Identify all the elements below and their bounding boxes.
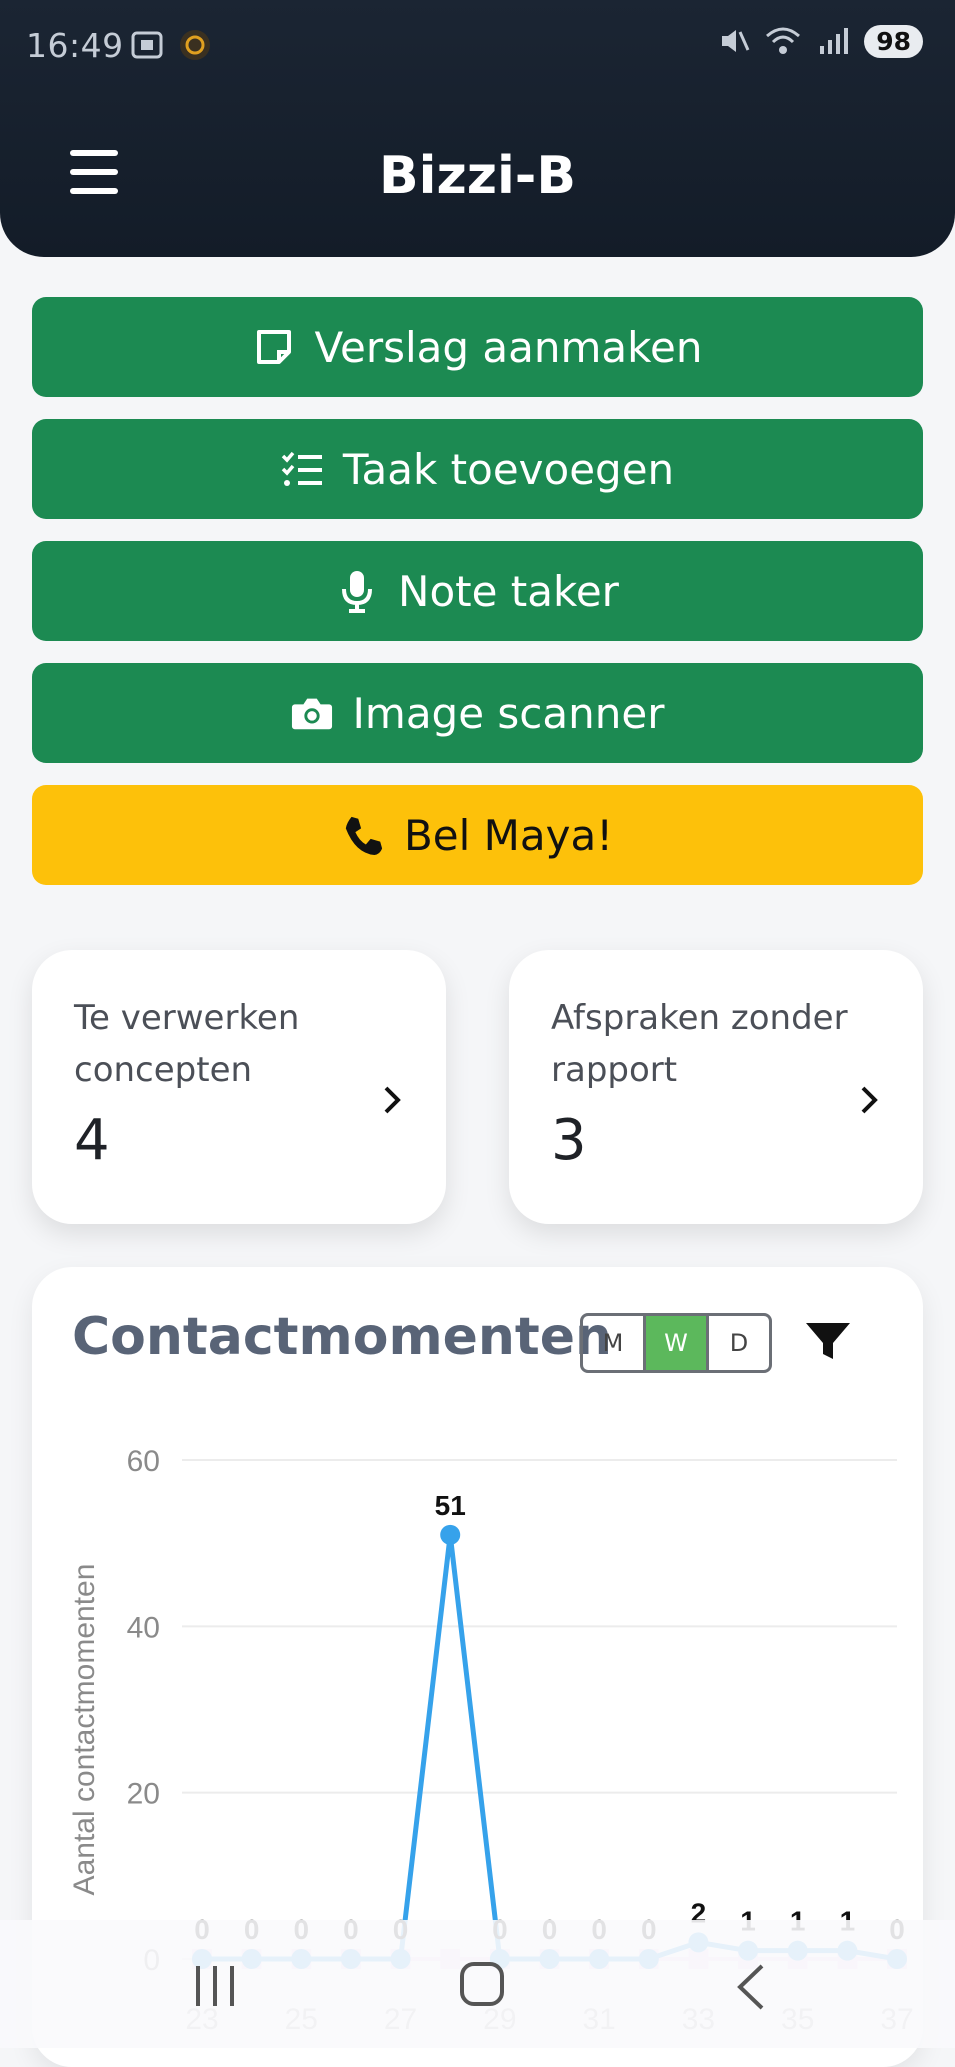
status-time: 16:49 <box>26 26 124 65</box>
mute-icon <box>722 30 750 52</box>
series-point <box>440 1524 461 1545</box>
note-taker-button[interactable]: Note taker <box>32 541 923 641</box>
call-maya-label: Bel Maya! <box>403 810 614 860</box>
screenshot-icon <box>131 31 163 59</box>
create-report-button[interactable]: Verslag aanmaken <box>32 297 923 397</box>
y-axis-label: Aantal contactmomenten <box>68 1564 101 1896</box>
wifi-icon <box>766 27 801 54</box>
appointments-without-report-label: Afspraken zonder rapport <box>551 998 848 1090</box>
y-tick-label: 60 <box>127 1445 160 1478</box>
phone-icon <box>342 814 384 856</box>
pending-concepts-count: 4 <box>74 1108 110 1173</box>
camera-icon <box>291 692 333 734</box>
chevron-right-icon <box>861 1086 878 1114</box>
chevron-right-icon <box>384 1086 401 1114</box>
image-scanner-label: Image scanner <box>352 688 665 738</box>
image-scanner-button[interactable]: Image scanner <box>32 663 923 763</box>
checklist-icon <box>281 448 323 490</box>
app-header: 16:49 98 Bizzi-B <box>0 0 955 257</box>
add-task-label: Taak toevoegen <box>342 444 675 494</box>
pending-concepts-card[interactable]: Te verwerken concepten 4 <box>32 950 446 1224</box>
add-task-button[interactable]: Taak toevoegen <box>32 419 923 519</box>
system-nav-bar <box>0 1920 955 2048</box>
series-line <box>202 1532 898 1962</box>
home-icon[interactable] <box>458 1960 508 2010</box>
call-maya-button[interactable]: Bel Maya! <box>32 785 923 885</box>
pending-concepts-label: Te verwerken concepten <box>74 998 300 1090</box>
appointments-without-report-count: 3 <box>551 1108 587 1173</box>
status-right-icons: 98 <box>716 24 923 58</box>
battery-level: 98 <box>864 24 923 58</box>
bee-app-icon <box>180 30 210 60</box>
back-icon[interactable] <box>730 1962 770 2012</box>
microphone-icon <box>336 570 378 613</box>
appointments-without-report-card[interactable]: Afspraken zonder rapport 3 <box>509 950 923 1224</box>
y-tick-label: 40 <box>127 1611 160 1644</box>
note-icon <box>253 326 295 368</box>
create-report-label: Verslag aanmaken <box>314 322 703 372</box>
signal-icon <box>820 28 849 54</box>
y-tick-label: 20 <box>127 1778 160 1811</box>
data-label: 51 <box>435 1490 466 1521</box>
recent-apps-icon[interactable] <box>190 1964 240 2008</box>
status-left-icons <box>130 28 212 62</box>
app-title: Bizzi-B <box>378 146 577 206</box>
note-taker-label: Note taker <box>398 566 619 616</box>
